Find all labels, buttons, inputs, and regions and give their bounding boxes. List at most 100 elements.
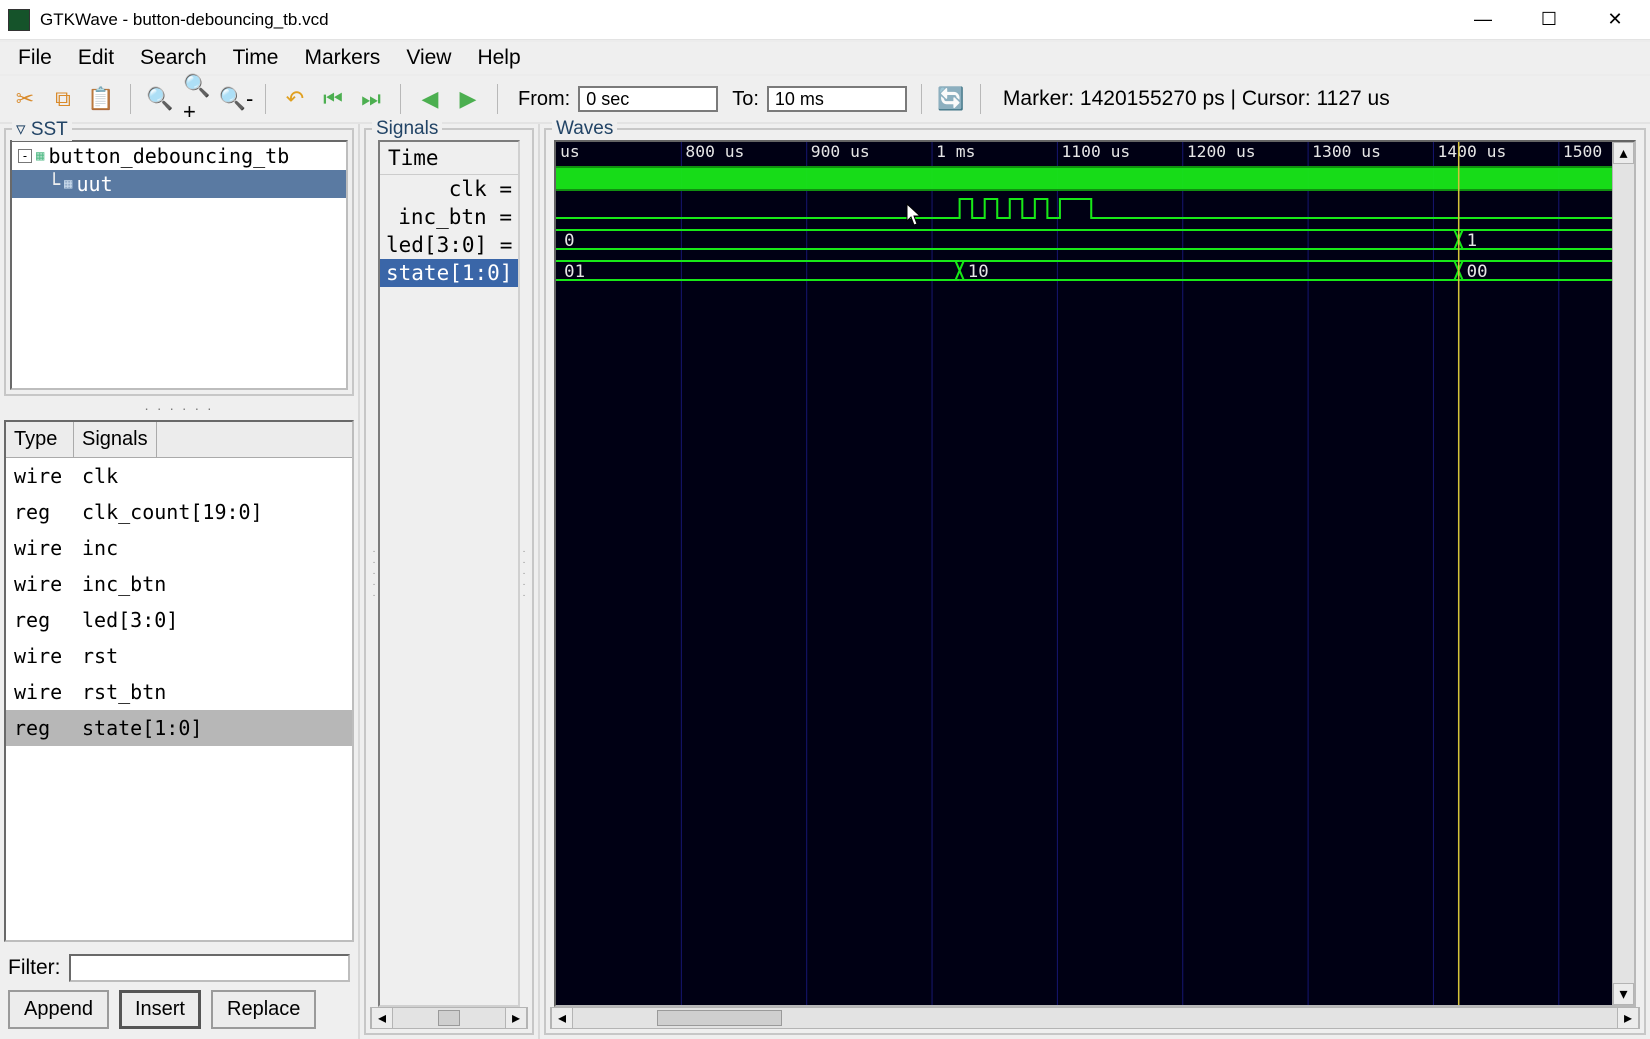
table-row[interactable]: regclk_count[19:0] [6,494,352,530]
cut-icon[interactable]: ✂ [10,84,40,114]
svg-text:us: us [560,142,580,161]
to-input[interactable] [767,86,907,112]
svg-text:1 ms: 1 ms [936,142,975,161]
tree-root-label: button_debouncing_tb [48,144,289,168]
svg-text:1400 us: 1400 us [1438,142,1507,161]
signal-type: reg [14,716,82,740]
close-button[interactable]: ✕ [1600,9,1630,30]
menu-search[interactable]: Search [134,44,213,72]
maximize-button[interactable]: ☐ [1534,9,1564,30]
signals-column: Signals ····· Time clk =inc_btn =led[3:0… [360,124,540,1039]
waves-column: Waves us800 us900 us1 ms1100 us1200 us13… [540,124,1650,1039]
to-label: To: [732,88,759,111]
table-row[interactable]: wirerst [6,638,352,674]
tree-expand-icon[interactable]: - [18,149,32,163]
paste-icon[interactable]: 📋 [86,84,116,114]
waves-vscroll[interactable]: ▴ ▾ [1612,142,1634,1005]
window-title: GTKWave - button-debouncing_tb.vcd [40,10,329,30]
scroll-up-icon[interactable]: ▴ [1613,142,1634,164]
table-row[interactable]: wireinc [6,530,352,566]
signal-type: reg [14,608,82,632]
signal-name: clk_count[19:0] [82,500,263,524]
svg-text:1100 us: 1100 us [1061,142,1130,161]
signal-name: state[1:0] [82,716,202,740]
titlebar: GTKWave - button-debouncing_tb.vcd — ☐ ✕ [0,0,1650,40]
menu-view[interactable]: View [400,44,457,72]
svg-text:1200 us: 1200 us [1187,142,1256,161]
svg-text:1300 us: 1300 us [1312,142,1381,161]
signal-list-item[interactable]: clk = [380,175,518,203]
tree-child-label: uut [76,172,112,196]
svg-text:0: 0 [564,231,574,251]
table-row[interactable]: wireinc_btn [6,566,352,602]
sst-panel-title: SST [31,119,68,140]
undo-icon[interactable]: ↶ [280,84,310,114]
menu-edit[interactable]: Edit [72,44,120,72]
signals-panel-title: Signals [372,118,442,140]
scroll-right-icon[interactable]: ▸ [505,1007,527,1029]
svg-text:1: 1 [1467,231,1477,251]
svg-text:800 us: 800 us [685,142,744,161]
menu-help[interactable]: Help [471,44,526,72]
filter-input[interactable] [69,954,351,982]
tree-child[interactable]: └ ▦ uut [12,170,346,198]
from-label: From: [518,88,570,111]
insert-button[interactable]: Insert [119,990,201,1029]
tree-root[interactable]: - ▦ button_debouncing_tb [12,142,346,170]
menubar: File Edit Search Time Markers View Help [0,40,1650,76]
table-row[interactable]: regled[3:0] [6,602,352,638]
next-edge-icon[interactable]: ▶ [453,84,483,114]
copy-icon[interactable]: ⧉ [48,84,78,114]
sst-tree[interactable]: - ▦ button_debouncing_tb └ ▦ uut [10,140,348,390]
scroll-right-icon[interactable]: ▸ [1617,1007,1639,1029]
table-row[interactable]: wireclk [6,458,352,494]
zoom-out-icon[interactable]: 🔍- [221,84,251,114]
signals-hscroll[interactable]: ◂ ▸ [370,1007,528,1029]
sst-column: ▿ SST - ▦ button_debouncing_tb └ ▦ uut ·… [0,124,360,1039]
goto-end-icon[interactable]: ⏭ [356,84,386,114]
scroll-left-icon[interactable]: ◂ [551,1007,573,1029]
table-row[interactable]: regstate[1:0] [6,710,352,746]
goto-start-icon[interactable]: ⏮ [318,84,348,114]
th-type[interactable]: Type [6,422,74,457]
sst-signal-table[interactable]: Type Signals wireclkregclk_count[19:0]wi… [4,420,354,942]
table-row[interactable]: wirerst_btn [6,674,352,710]
wave-canvas[interactable]: us800 us900 us1 ms1100 us1200 us1300 us1… [554,140,1636,1007]
main-area: ▿ SST - ▦ button_debouncing_tb └ ▦ uut ·… [0,124,1650,1039]
scroll-left-icon[interactable]: ◂ [371,1007,393,1029]
zoom-fit-icon[interactable]: 🔍 [145,84,175,114]
signal-name-list[interactable]: Time clk =inc_btn =led[3:0] =state[1:0] … [378,140,520,1007]
th-signals[interactable]: Signals [74,422,157,457]
signal-list-item[interactable]: led[3:0] = [380,231,518,259]
reload-icon[interactable]: 🔄 [936,84,966,114]
waves-hscroll[interactable]: ◂ ▸ [550,1007,1640,1029]
marker-cursor-status: Marker: 1420155270 ps | Cursor: 1127 us [1003,87,1390,111]
signal-list-item[interactable]: state[1:0] = [380,259,518,287]
hsplit-handle[interactable]: · · · · · · [0,400,358,416]
from-input[interactable] [578,86,718,112]
signal-name: rst_btn [82,680,166,704]
signal-name: led[3:0] [82,608,178,632]
menu-markers[interactable]: Markers [298,44,386,72]
signal-list-item[interactable]: inc_btn = [380,203,518,231]
scroll-down-icon[interactable]: ▾ [1613,983,1634,1005]
signal-type: wire [14,680,82,704]
module-icon: ▦ [64,176,72,192]
module-icon: ▦ [36,148,44,164]
vsplit-handle-right[interactable]: ····· [520,140,528,1007]
vsplit-handle-left[interactable]: ····· [370,140,378,1007]
app-icon [8,9,30,31]
signal-type: reg [14,500,82,524]
signal-name: clk [82,464,118,488]
append-button[interactable]: Append [8,990,109,1029]
replace-button[interactable]: Replace [211,990,316,1029]
signal-type: wire [14,536,82,560]
filter-label: Filter: [8,956,61,980]
signal-name: inc_btn [82,572,166,596]
minimize-button[interactable]: — [1468,9,1498,30]
prev-edge-icon[interactable]: ◀ [415,84,445,114]
menu-time[interactable]: Time [227,44,285,72]
menu-file[interactable]: File [12,44,58,72]
zoom-in-icon[interactable]: 🔍+ [183,84,213,114]
toolbar: ✂ ⧉ 📋 🔍 🔍+ 🔍- ↶ ⏮ ⏭ ◀ ▶ From: To: 🔄 Mark… [0,76,1650,124]
